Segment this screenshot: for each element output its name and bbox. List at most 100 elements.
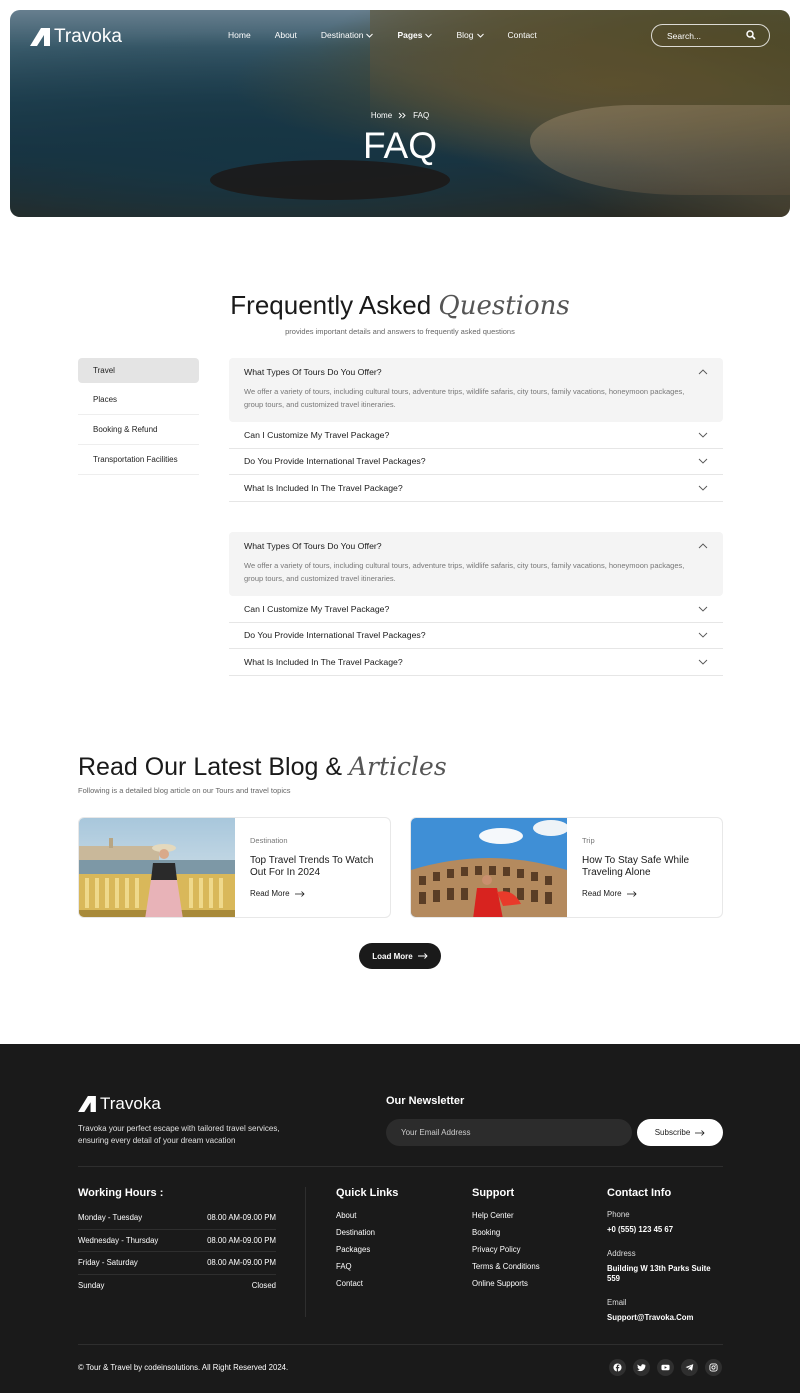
instagram-icon[interactable] <box>705 1359 722 1376</box>
faq-heading-script: Questions <box>438 291 570 321</box>
chevron-down-icon <box>698 458 708 464</box>
chevron-down-icon <box>698 606 708 612</box>
blog-card[interactable]: Trip How To Stay Safe While Traveling Al… <box>410 817 723 918</box>
footer-logo[interactable]: Travoka <box>78 1094 161 1114</box>
faq-answer: We offer a variety of tours, including c… <box>244 561 685 583</box>
footer: Travoka Travoka your perfect escape with… <box>0 1044 800 1393</box>
category-places[interactable]: Places <box>78 385 199 415</box>
footer-link-faq[interactable]: FAQ <box>336 1262 375 1279</box>
faq-item[interactable]: What Is Included In The Travel Package? <box>229 649 723 676</box>
chevron-down-icon <box>698 632 708 638</box>
footer-link-contact[interactable]: Contact <box>336 1279 375 1296</box>
read-more-link[interactable]: Read More <box>250 889 380 898</box>
blog-card-category: Destination <box>250 836 288 845</box>
breadcrumb-home[interactable]: Home <box>371 111 392 120</box>
breadcrumb: Home FAQ <box>10 111 790 120</box>
footer-logo-text: Travoka <box>100 1094 161 1113</box>
logo[interactable]: Travoka <box>30 26 122 48</box>
faq-category-sidebar: Travel Places Booking & Refund Transport… <box>78 358 199 475</box>
nav-about[interactable]: About <box>275 30 297 40</box>
hours-row: Monday - Tuesday 08.00 AM-09.00 PM <box>78 1207 276 1230</box>
phone-value[interactable]: +0 (555) 123 45 67 <box>607 1225 717 1235</box>
chevron-down-icon <box>425 33 433 38</box>
blog-card-title[interactable]: Top Travel Trends To Watch Out For In 20… <box>250 855 380 879</box>
page-title: FAQ <box>362 125 438 166</box>
faq-item[interactable]: Can I Customize My Travel Package? <box>229 422 723 449</box>
faq-question: Can I Customize My Travel Package? <box>244 429 390 440</box>
social-links <box>609 1359 722 1376</box>
faq-item-open[interactable]: What Types Of Tours Do You Offer? We off… <box>229 358 723 422</box>
faq-item[interactable]: Can I Customize My Travel Package? <box>229 596 723 623</box>
category-travel[interactable]: Travel <box>78 358 199 383</box>
blog-heading-text: Read Our Latest Blog & <box>78 753 343 781</box>
chevron-up-icon <box>698 369 708 375</box>
faq-question: What Is Included In The Travel Package? <box>244 482 403 493</box>
blog-card-image <box>411 818 567 917</box>
twitter-icon[interactable] <box>633 1359 650 1376</box>
footer-link-privacy[interactable]: Privacy Policy <box>472 1245 540 1262</box>
footer-link-about[interactable]: About <box>336 1211 375 1228</box>
footer-link-online-supports[interactable]: Online Supports <box>472 1279 540 1296</box>
telegram-icon[interactable] <box>681 1359 698 1376</box>
blog-card-title[interactable]: How To Stay Safe While Traveling Alone <box>582 855 712 879</box>
breadcrumb-current: FAQ <box>413 111 430 120</box>
main-nav: Home About Destination Pages Blog Contac… <box>228 30 537 40</box>
footer-link-packages[interactable]: Packages <box>336 1245 375 1262</box>
arrow-right-icon <box>626 890 637 897</box>
load-more-button[interactable]: Load More <box>359 943 441 969</box>
search-icon[interactable] <box>746 30 756 40</box>
nav-pages[interactable]: Pages <box>397 30 433 40</box>
newsletter-email-input[interactable]: Your Email Address <box>386 1119 632 1146</box>
blog-heading: Read Our Latest Blog & Articles <box>78 752 447 782</box>
blog-card[interactable]: Destination Top Travel Trends To Watch O… <box>78 817 391 918</box>
subscribe-button[interactable]: Subscribe <box>637 1119 723 1146</box>
newsletter-title: Our Newsletter <box>386 1095 465 1107</box>
faq-accordion-1: What Types Of Tours Do You Offer? We off… <box>229 358 723 502</box>
nav-contact[interactable]: Contact <box>508 30 537 40</box>
arrow-right-icon <box>695 1129 705 1136</box>
chevron-up-icon <box>698 543 708 549</box>
chevron-down-icon <box>698 659 708 665</box>
faq-question: What Types Of Tours Do You Offer? <box>244 541 382 551</box>
hero-banner: Travoka Home About Destination Pages Blo… <box>10 10 790 217</box>
quick-links-list: About Destination Packages FAQ Contact <box>336 1211 375 1296</box>
chevron-down-icon <box>698 485 708 491</box>
support-title: Support <box>472 1187 515 1199</box>
chevron-down-icon <box>698 432 708 438</box>
read-more-link[interactable]: Read More <box>582 889 712 898</box>
footer-link-destination[interactable]: Destination <box>336 1228 375 1245</box>
category-booking-refund[interactable]: Booking & Refund <box>78 415 199 445</box>
logo-icon <box>30 28 50 46</box>
chevron-down-icon <box>476 33 484 38</box>
faq-subtitle: provides important details and answers t… <box>285 327 515 336</box>
nav-destination[interactable]: Destination <box>321 30 374 40</box>
quick-links-title: Quick Links <box>336 1187 399 1199</box>
address-value: Building W 13th Parks Suite 559 <box>607 1264 711 1283</box>
phone-label: Phone <box>607 1210 630 1219</box>
footer-link-booking[interactable]: Booking <box>472 1228 540 1245</box>
category-transportation[interactable]: Transportation Facilities <box>78 445 199 475</box>
faq-question: Do You Provide International Travel Pack… <box>244 630 426 641</box>
nav-blog[interactable]: Blog <box>456 30 484 40</box>
faq-item[interactable]: What Is Included In The Travel Package? <box>229 475 723 502</box>
support-links-list: Help Center Booking Privacy Policy Terms… <box>472 1211 540 1296</box>
footer-vertical-divider <box>305 1187 306 1317</box>
search-input[interactable]: Search... <box>651 24 770 47</box>
faq-item[interactable]: Do You Provide International Travel Pack… <box>229 623 723 649</box>
search-placeholder: Search... <box>667 30 702 41</box>
footer-link-terms[interactable]: Terms & Conditions <box>472 1262 540 1279</box>
email-value[interactable]: Support@Travoka.Com <box>607 1313 717 1323</box>
footer-divider <box>78 1166 723 1167</box>
working-hours-title: Working Hours : <box>78 1187 164 1199</box>
nav-home[interactable]: Home <box>228 30 251 40</box>
facebook-icon[interactable] <box>609 1359 626 1376</box>
faq-item[interactable]: Do You Provide International Travel Pack… <box>229 449 723 475</box>
faq-item-open[interactable]: What Types Of Tours Do You Offer? We off… <box>229 532 723 596</box>
footer-divider <box>78 1344 723 1345</box>
youtube-icon[interactable] <box>657 1359 674 1376</box>
footer-link-help-center[interactable]: Help Center <box>472 1211 540 1228</box>
double-chevron-right-icon <box>398 112 406 119</box>
hours-row: Wednesday - Thursday 08.00 AM-09.00 PM <box>78 1230 276 1252</box>
chevron-down-icon <box>366 33 374 38</box>
hours-row: Friday - Saturday 08.00 AM-09.00 PM <box>78 1252 276 1275</box>
